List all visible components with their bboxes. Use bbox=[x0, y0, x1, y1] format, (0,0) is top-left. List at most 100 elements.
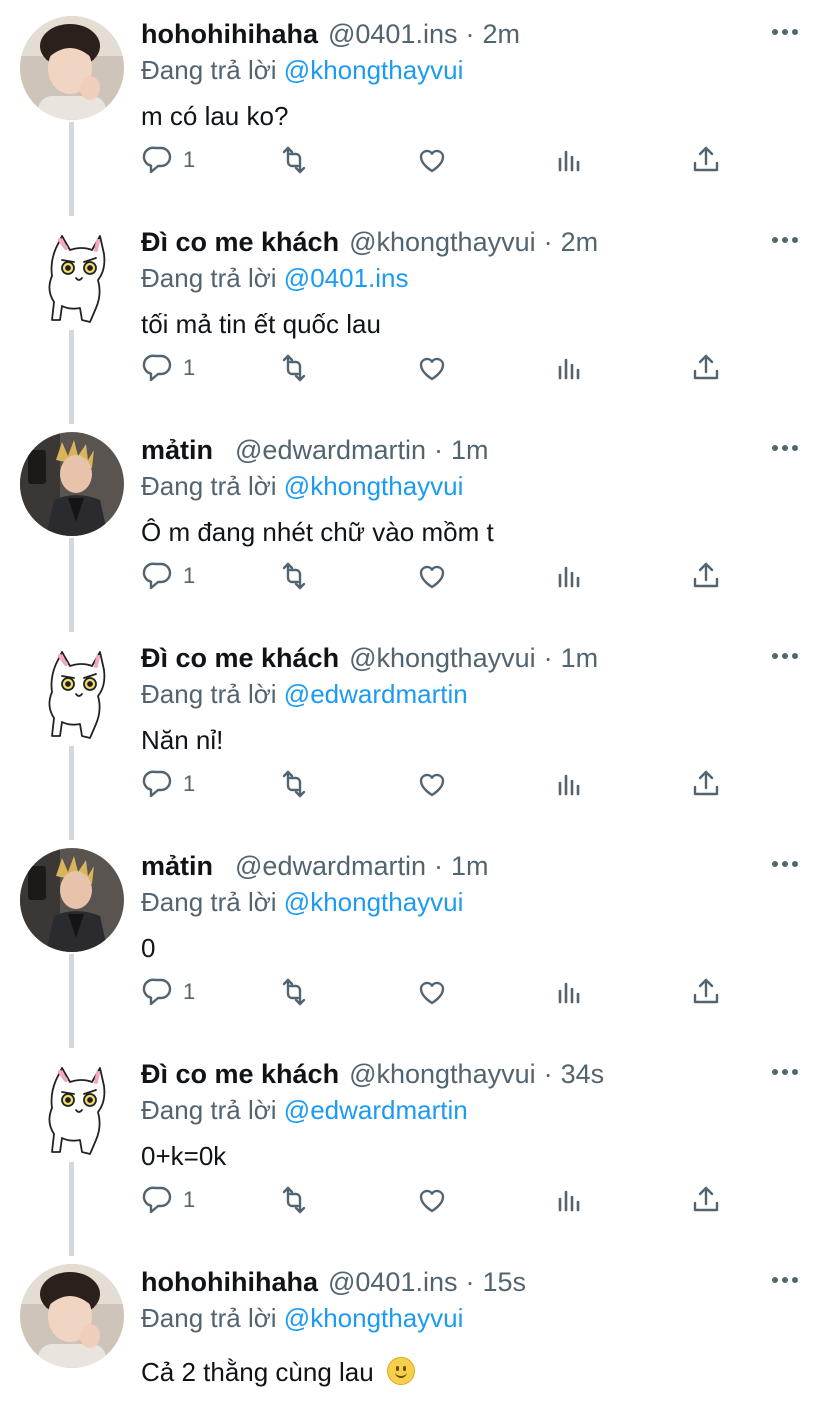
share-button[interactable] bbox=[689, 348, 723, 388]
retweet-button[interactable] bbox=[277, 764, 311, 804]
more-options-icon[interactable] bbox=[772, 28, 798, 36]
user-handle[interactable]: @khongthayvui bbox=[349, 224, 536, 260]
reply-button[interactable]: 1 bbox=[141, 140, 195, 180]
display-name[interactable]: mảtin bbox=[141, 432, 213, 468]
tweet[interactable]: Đì co me khách @khongthayvui · 34s Đang … bbox=[0, 1040, 828, 1248]
avatar[interactable] bbox=[20, 1264, 124, 1368]
mention-link[interactable]: @edwardmartin bbox=[284, 679, 468, 709]
display-name[interactable]: Đì co me khách bbox=[141, 1056, 339, 1092]
replying-prefix: Đang trả lời bbox=[141, 679, 277, 709]
mention-link[interactable]: @edwardmartin bbox=[284, 1095, 468, 1125]
share-button[interactable] bbox=[689, 972, 723, 1012]
more-options-icon[interactable] bbox=[772, 860, 798, 868]
like-button[interactable] bbox=[415, 1180, 449, 1220]
more-options-icon[interactable] bbox=[772, 652, 798, 660]
share-button[interactable] bbox=[689, 140, 723, 180]
avatar[interactable] bbox=[20, 1056, 124, 1160]
display-name[interactable]: Đì co me khách bbox=[141, 224, 339, 260]
retweet-icon bbox=[282, 354, 306, 382]
tweet[interactable]: mảtin @edwardmartin · 1m Đang trả lời @k… bbox=[0, 416, 828, 624]
views-button[interactable] bbox=[553, 764, 587, 804]
timestamp[interactable]: 1m bbox=[561, 640, 599, 676]
reply-count: 1 bbox=[183, 1187, 196, 1212]
avatar[interactable] bbox=[20, 848, 124, 952]
reply-button[interactable]: 1 bbox=[141, 556, 195, 596]
mention-link[interactable]: @khongthayvui bbox=[284, 887, 464, 917]
more-options-icon[interactable] bbox=[772, 1068, 798, 1076]
timestamp[interactable]: 34s bbox=[561, 1056, 605, 1092]
tweet[interactable]: Đì co me khách @khongthayvui · 1m Đang t… bbox=[0, 624, 828, 832]
mention-link[interactable]: @khongthayvui bbox=[284, 55, 464, 85]
user-handle[interactable]: @khongthayvui bbox=[349, 1056, 536, 1092]
views-button[interactable] bbox=[553, 1180, 587, 1220]
views-button[interactable] bbox=[553, 348, 587, 388]
user-handle[interactable]: @khongthayvui bbox=[349, 640, 536, 676]
display-name[interactable]: mảtin bbox=[141, 848, 213, 884]
timestamp[interactable]: 2m bbox=[482, 16, 520, 52]
tweet-actions: 1 bbox=[141, 140, 741, 180]
tweet[interactable]: Đì co me khách @khongthayvui · 2m Đang t… bbox=[0, 208, 828, 416]
user-handle[interactable]: @0401.ins bbox=[328, 16, 458, 52]
separator-dot: · bbox=[543, 227, 553, 257]
share-button[interactable] bbox=[689, 1180, 723, 1220]
share-button[interactable] bbox=[689, 764, 723, 804]
avatar[interactable] bbox=[20, 432, 124, 536]
timestamp[interactable]: 1m bbox=[451, 432, 489, 468]
views-button[interactable] bbox=[553, 140, 587, 180]
mention-link[interactable]: @khongthayvui bbox=[284, 471, 464, 501]
share-button[interactable] bbox=[689, 556, 723, 596]
mention-link[interactable]: @khongthayvui bbox=[284, 1303, 464, 1333]
tweet[interactable]: hohohihihaha @0401.ins · 2m Đang trả lời… bbox=[0, 0, 828, 208]
reply-button[interactable]: 1 bbox=[141, 348, 195, 388]
tweet[interactable]: hohohihihaha @0401.ins · 15s Đang trả lờ… bbox=[0, 1248, 828, 1408]
like-button[interactable] bbox=[415, 348, 449, 388]
tweet-text: m có lau ko? bbox=[141, 101, 289, 131]
tweet-text: Ô m đang nhét chữ vào mồm t bbox=[141, 517, 494, 547]
avatar[interactable] bbox=[20, 224, 124, 328]
avatar[interactable] bbox=[20, 640, 124, 744]
replying-to: Đang trả lời @edwardmartin bbox=[141, 1093, 468, 1127]
timestamp[interactable]: 15s bbox=[482, 1264, 526, 1300]
user-handle[interactable]: @edwardmartin bbox=[235, 432, 426, 468]
timestamp[interactable]: 2m bbox=[561, 224, 599, 260]
like-button[interactable] bbox=[415, 556, 449, 596]
reply-button[interactable]: 1 bbox=[141, 1180, 195, 1220]
separator-dot: · bbox=[543, 1059, 553, 1089]
retweet-button[interactable] bbox=[277, 972, 311, 1012]
user-handle[interactable]: @0401.ins bbox=[328, 1264, 458, 1300]
reply-button[interactable]: 1 bbox=[141, 972, 195, 1012]
separator-dot: · bbox=[465, 1267, 475, 1297]
cat-drawing-icon bbox=[47, 1066, 107, 1156]
share-icon bbox=[693, 978, 719, 1004]
views-button[interactable] bbox=[553, 556, 587, 596]
retweet-button[interactable] bbox=[277, 556, 311, 596]
views-button[interactable] bbox=[553, 972, 587, 1012]
more-options-icon[interactable] bbox=[772, 444, 798, 452]
more-options-icon[interactable] bbox=[772, 236, 798, 244]
share-icon bbox=[693, 354, 719, 380]
replying-to: Đang trả lời @khongthayvui bbox=[141, 1301, 463, 1335]
like-button[interactable] bbox=[415, 972, 449, 1012]
reply-button[interactable]: 1 bbox=[141, 764, 195, 804]
views-icon bbox=[558, 150, 580, 172]
like-button[interactable] bbox=[415, 764, 449, 804]
retweet-button[interactable] bbox=[277, 1180, 311, 1220]
share-icon bbox=[693, 562, 719, 588]
views-icon bbox=[558, 358, 580, 380]
tweet-text: tối mả tin ết quốc lau bbox=[141, 309, 381, 339]
reply-count: 1 bbox=[183, 563, 196, 588]
timestamp[interactable]: 1m bbox=[451, 848, 489, 884]
reply-icon bbox=[142, 978, 172, 1006]
tweet[interactable]: mảtin @edwardmartin · 1m Đang trả lời @k… bbox=[0, 832, 828, 1040]
retweet-button[interactable] bbox=[277, 348, 311, 388]
retweet-button[interactable] bbox=[277, 140, 311, 180]
display-name[interactable]: hohohihihaha bbox=[141, 16, 318, 52]
avatar[interactable] bbox=[20, 16, 124, 120]
display-name[interactable]: hohohihihaha bbox=[141, 1264, 318, 1300]
mention-link[interactable]: @0401.ins bbox=[284, 263, 409, 293]
more-options-icon[interactable] bbox=[772, 1276, 798, 1284]
reply-icon bbox=[142, 354, 172, 382]
display-name[interactable]: Đì co me khách bbox=[141, 640, 339, 676]
like-button[interactable] bbox=[415, 140, 449, 180]
user-handle[interactable]: @edwardmartin bbox=[235, 848, 426, 884]
